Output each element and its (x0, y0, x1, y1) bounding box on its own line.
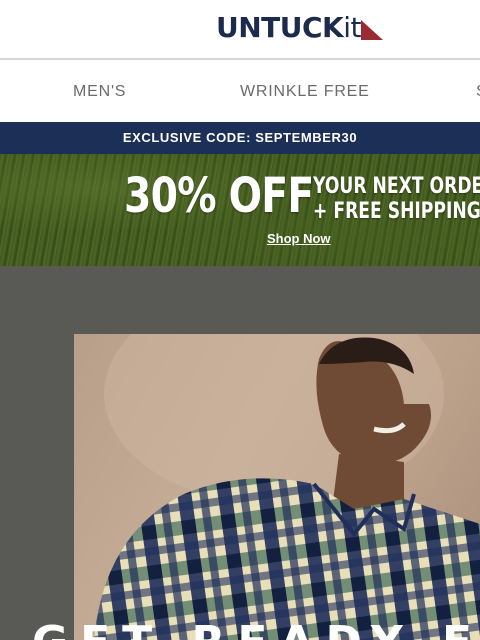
nav-item-partial[interactable]: S (476, 83, 480, 101)
hero-section: GET READY FOR F (0, 266, 480, 640)
hero-title: GET READY FOR F (32, 618, 480, 640)
promo-code-bar[interactable]: EXCLUSIVE CODE: SEPTEMBER30 (0, 122, 480, 154)
promo-label: EXCLUSIVE CODE: (122, 130, 251, 145)
logo-triangle-icon (361, 20, 384, 40)
man-in-plaid-shirt-image (94, 334, 480, 640)
main-navigation: MEN'S WRINKLE FREE S (0, 62, 480, 122)
banner-headline: 30% OFF (124, 168, 314, 224)
nav-item-wrinkle-free[interactable]: WRINKLE FREE (240, 83, 370, 101)
site-header: UNTUCKit (0, 0, 480, 60)
logo-wordmark: UNTUCK (216, 11, 344, 44)
untuckit-logo[interactable]: UNTUCKit (216, 12, 385, 44)
shop-now-link[interactable]: Shop Now (267, 231, 331, 246)
banner-line2: + FREE SHIPPING (313, 199, 480, 224)
sale-banner[interactable]: 30% OFF YOUR NEXT ORDER + FREE SHIPPING … (0, 154, 480, 266)
hero-photo[interactable] (74, 334, 480, 640)
promo-code: SEPTEMBER30 (255, 130, 358, 145)
nav-item-mens[interactable]: MEN'S (73, 83, 126, 101)
banner-line1: YOUR NEXT ORDER (313, 174, 480, 199)
